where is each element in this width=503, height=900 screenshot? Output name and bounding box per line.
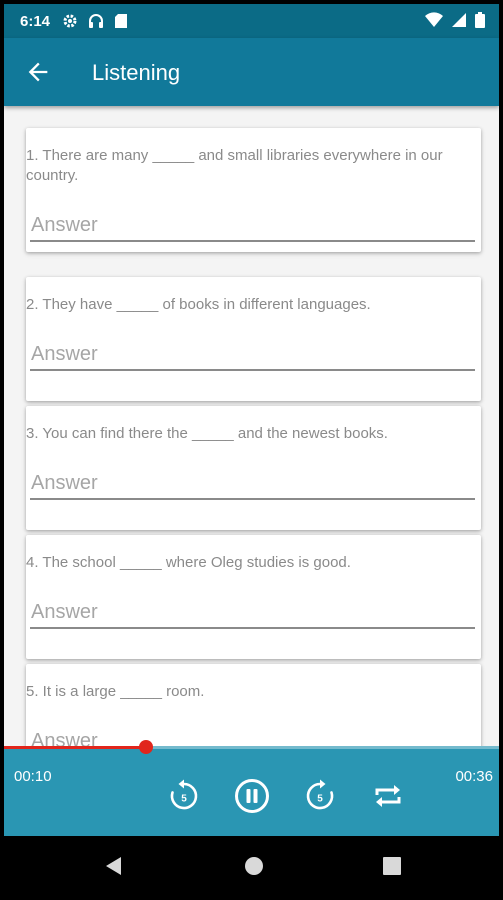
question-text: 5. It is a large _____ room. bbox=[26, 683, 205, 700]
progress-track[interactable] bbox=[4, 740, 499, 754]
sd-card-icon bbox=[115, 14, 128, 28]
answer-input[interactable] bbox=[30, 210, 475, 242]
total-duration: 00:36 bbox=[455, 768, 493, 785]
question-text: 2. They have _____ of books in different… bbox=[26, 296, 371, 313]
pause-circle-icon[interactable] bbox=[234, 778, 270, 814]
answer-input[interactable] bbox=[30, 468, 475, 500]
signal-icon bbox=[452, 13, 466, 27]
repeat-icon[interactable] bbox=[370, 778, 406, 814]
answer-input[interactable] bbox=[30, 726, 475, 746]
question-text: 4. The school _____ where Oleg studies i… bbox=[26, 554, 351, 571]
app-bar: Listening bbox=[4, 38, 499, 106]
questions-list[interactable]: 1. There are many _____ and small librar… bbox=[4, 106, 499, 746]
answer-input[interactable] bbox=[30, 597, 475, 629]
question-card-1: 1. There are many _____ and small librar… bbox=[26, 128, 481, 252]
question-card-4: 4. The school _____ where Oleg studies i… bbox=[26, 535, 481, 659]
headphones-icon bbox=[89, 14, 104, 28]
answer-input[interactable] bbox=[30, 339, 475, 371]
forward-seconds-label: 5 bbox=[317, 794, 323, 805]
system-navigation-bar bbox=[4, 836, 499, 896]
audio-player: 00:10 00:36 5 5 bbox=[4, 740, 499, 836]
status-time: 6:14 bbox=[20, 12, 51, 30]
wifi-icon bbox=[425, 12, 443, 27]
progress-fill bbox=[4, 746, 147, 749]
page-title: Listening bbox=[92, 60, 181, 85]
status-bar: 6:14 bbox=[4, 4, 499, 38]
app-screen: 6:14 Listening 1. There are many _____ a… bbox=[4, 4, 499, 896]
question-card-5: 5. It is a large _____ room. bbox=[26, 664, 481, 746]
battery-icon bbox=[475, 12, 485, 28]
status-system-icons bbox=[425, 12, 485, 28]
nav-back-icon[interactable] bbox=[102, 854, 126, 878]
nav-recents-icon[interactable] bbox=[380, 854, 404, 878]
nav-home-icon[interactable] bbox=[242, 854, 266, 878]
back-arrow-icon[interactable] bbox=[24, 58, 52, 86]
replay-5-icon[interactable]: 5 bbox=[166, 778, 202, 814]
question-card-2: 2. They have _____ of books in different… bbox=[26, 277, 481, 401]
forward-5-icon[interactable]: 5 bbox=[302, 778, 338, 814]
settings-icon bbox=[63, 14, 77, 28]
question-text: 1. There are many _____ and small librar… bbox=[26, 147, 443, 184]
status-notification-icons bbox=[62, 13, 128, 29]
elapsed-time: 00:10 bbox=[14, 768, 52, 785]
question-text: 3. You can find there the _____ and the … bbox=[26, 425, 388, 442]
question-card-3: 3. You can find there the _____ and the … bbox=[26, 406, 481, 530]
progress-thumb[interactable] bbox=[139, 740, 154, 754]
rewind-seconds-label: 5 bbox=[181, 794, 187, 805]
